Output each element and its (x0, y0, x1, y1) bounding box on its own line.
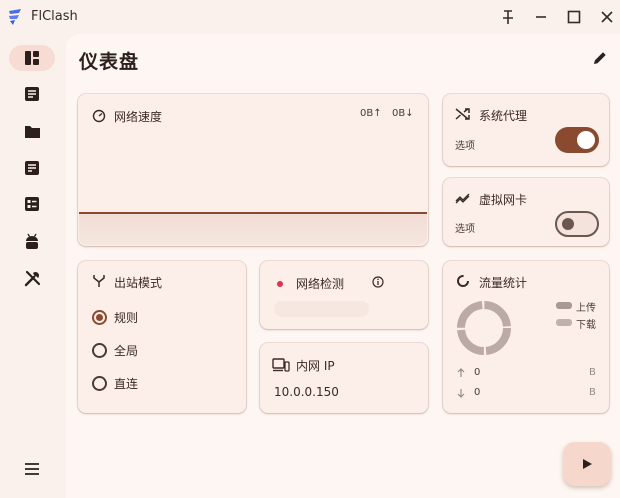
tools-icon (24, 270, 40, 286)
app-logo-icon (9, 9, 21, 25)
sidebar-item-dashboard[interactable] (9, 45, 55, 71)
upload-legend-label: 上传 (576, 303, 596, 314)
list-icon (25, 87, 39, 101)
upload-legend-swatch (556, 302, 572, 309)
sidebar-item-requests[interactable] (9, 155, 55, 181)
traffic-stats-card: 流量统计 上传 下载 0 B 0 B (443, 261, 609, 413)
edit-layout-button[interactable] (590, 48, 610, 68)
devices-icon (272, 358, 290, 372)
network-speed-card: 网络速度 0B↑ 0B↓ (78, 94, 428, 246)
system-proxy-title: 系统代理 (479, 109, 528, 123)
network-check-card[interactable]: 网络检测 (260, 261, 428, 329)
mode-option-label: 规则 (114, 310, 139, 325)
download-traffic-unit: B (589, 387, 596, 398)
download-legend-label: 下载 (576, 320, 596, 331)
intranet-ip-title: 内网 IP (296, 359, 335, 373)
status-dot (277, 281, 283, 287)
mode-option-direct[interactable]: 直连 (92, 374, 138, 392)
document-icon (25, 161, 39, 175)
system-proxy-card: 系统代理 选项 (443, 94, 609, 166)
download-legend-swatch (556, 319, 572, 326)
toggle-knob (562, 218, 574, 230)
fork-icon (93, 275, 105, 287)
intranet-ip-card: 内网 IP 10.0.0.150 (260, 343, 428, 413)
close-button[interactable] (597, 7, 617, 27)
check-result-placeholder (274, 301, 369, 317)
info-icon[interactable] (372, 276, 384, 288)
tun-toggle[interactable] (555, 211, 599, 237)
mode-option-rule[interactable]: 规则 (92, 308, 138, 326)
sidebar-item-connections[interactable] (9, 191, 55, 217)
mode-option-global[interactable]: 全局 (92, 341, 138, 359)
menu-icon (25, 463, 39, 475)
speedometer-icon (92, 109, 106, 123)
arrow-up-icon (457, 368, 465, 377)
system-proxy-toggle[interactable] (555, 127, 599, 153)
donut-icon (457, 275, 469, 287)
sidebar-item-resources[interactable] (9, 228, 55, 254)
folder-icon (24, 125, 40, 138)
sidebar (0, 34, 66, 498)
outbound-mode-title: 出站模式 (114, 276, 163, 290)
tun-options[interactable]: 选项 (455, 220, 475, 235)
download-traffic-value: 0 (474, 387, 481, 398)
maximize-button[interactable] (564, 7, 584, 27)
start-button[interactable] (563, 442, 611, 486)
pin-button[interactable] (498, 7, 518, 27)
network-speed-title: 网络速度 (114, 110, 163, 124)
mode-option-label: 全局 (114, 343, 139, 358)
dashboard-icon (25, 51, 39, 65)
outbound-mode-card: 出站模式 规则 全局 直连 (78, 261, 246, 413)
page-title: 仪表盘 (79, 51, 140, 73)
upload-traffic-value: 0 (474, 367, 481, 378)
maximize-icon (567, 10, 581, 24)
toggle-knob (577, 131, 595, 149)
upload-traffic-unit: B (589, 367, 596, 378)
trend-icon (455, 193, 470, 204)
traffic-stats-title: 流量统计 (479, 276, 528, 290)
tun-card: 虚拟网卡 选项 (443, 178, 609, 246)
download-speed: 0B↓ (392, 108, 414, 119)
speed-chart-area (79, 213, 427, 245)
android-icon (26, 233, 38, 249)
shuffle-icon (455, 107, 470, 120)
checklist-icon (25, 197, 39, 211)
close-icon (601, 11, 613, 23)
sidebar-item-tools[interactable] (9, 265, 55, 291)
tun-title: 虚拟网卡 (479, 193, 528, 207)
pencil-icon (594, 52, 606, 64)
sidebar-item-profiles[interactable] (9, 118, 55, 144)
radio-selected-indicator[interactable] (92, 309, 107, 325)
title-bar: FlClash (0, 0, 620, 34)
upload-speed: 0B↑ (360, 108, 382, 119)
minimize-button[interactable] (531, 7, 551, 27)
arrow-down-icon (457, 389, 465, 398)
radio-indicator[interactable] (92, 375, 107, 391)
traffic-donut-chart (457, 301, 511, 355)
speed-chart-line (79, 212, 427, 214)
app-title: FlClash (31, 9, 78, 24)
sidebar-menu-button[interactable] (9, 456, 55, 482)
dashboard-main: 仪表盘 网络速度 0B↑ 0B↓ 系统代理 选项 虚拟网卡 选项 出站模式 规则… (66, 34, 620, 498)
minimize-icon (536, 16, 546, 18)
intranet-ip-value: 10.0.0.150 (274, 385, 339, 399)
mode-option-label: 直连 (114, 376, 139, 391)
play-icon (583, 459, 592, 469)
sidebar-item-proxies[interactable] (9, 81, 55, 107)
network-check-title: 网络检测 (296, 277, 345, 291)
pin-icon (503, 10, 513, 24)
radio-indicator[interactable] (92, 342, 107, 358)
system-proxy-options[interactable]: 选项 (455, 137, 475, 152)
